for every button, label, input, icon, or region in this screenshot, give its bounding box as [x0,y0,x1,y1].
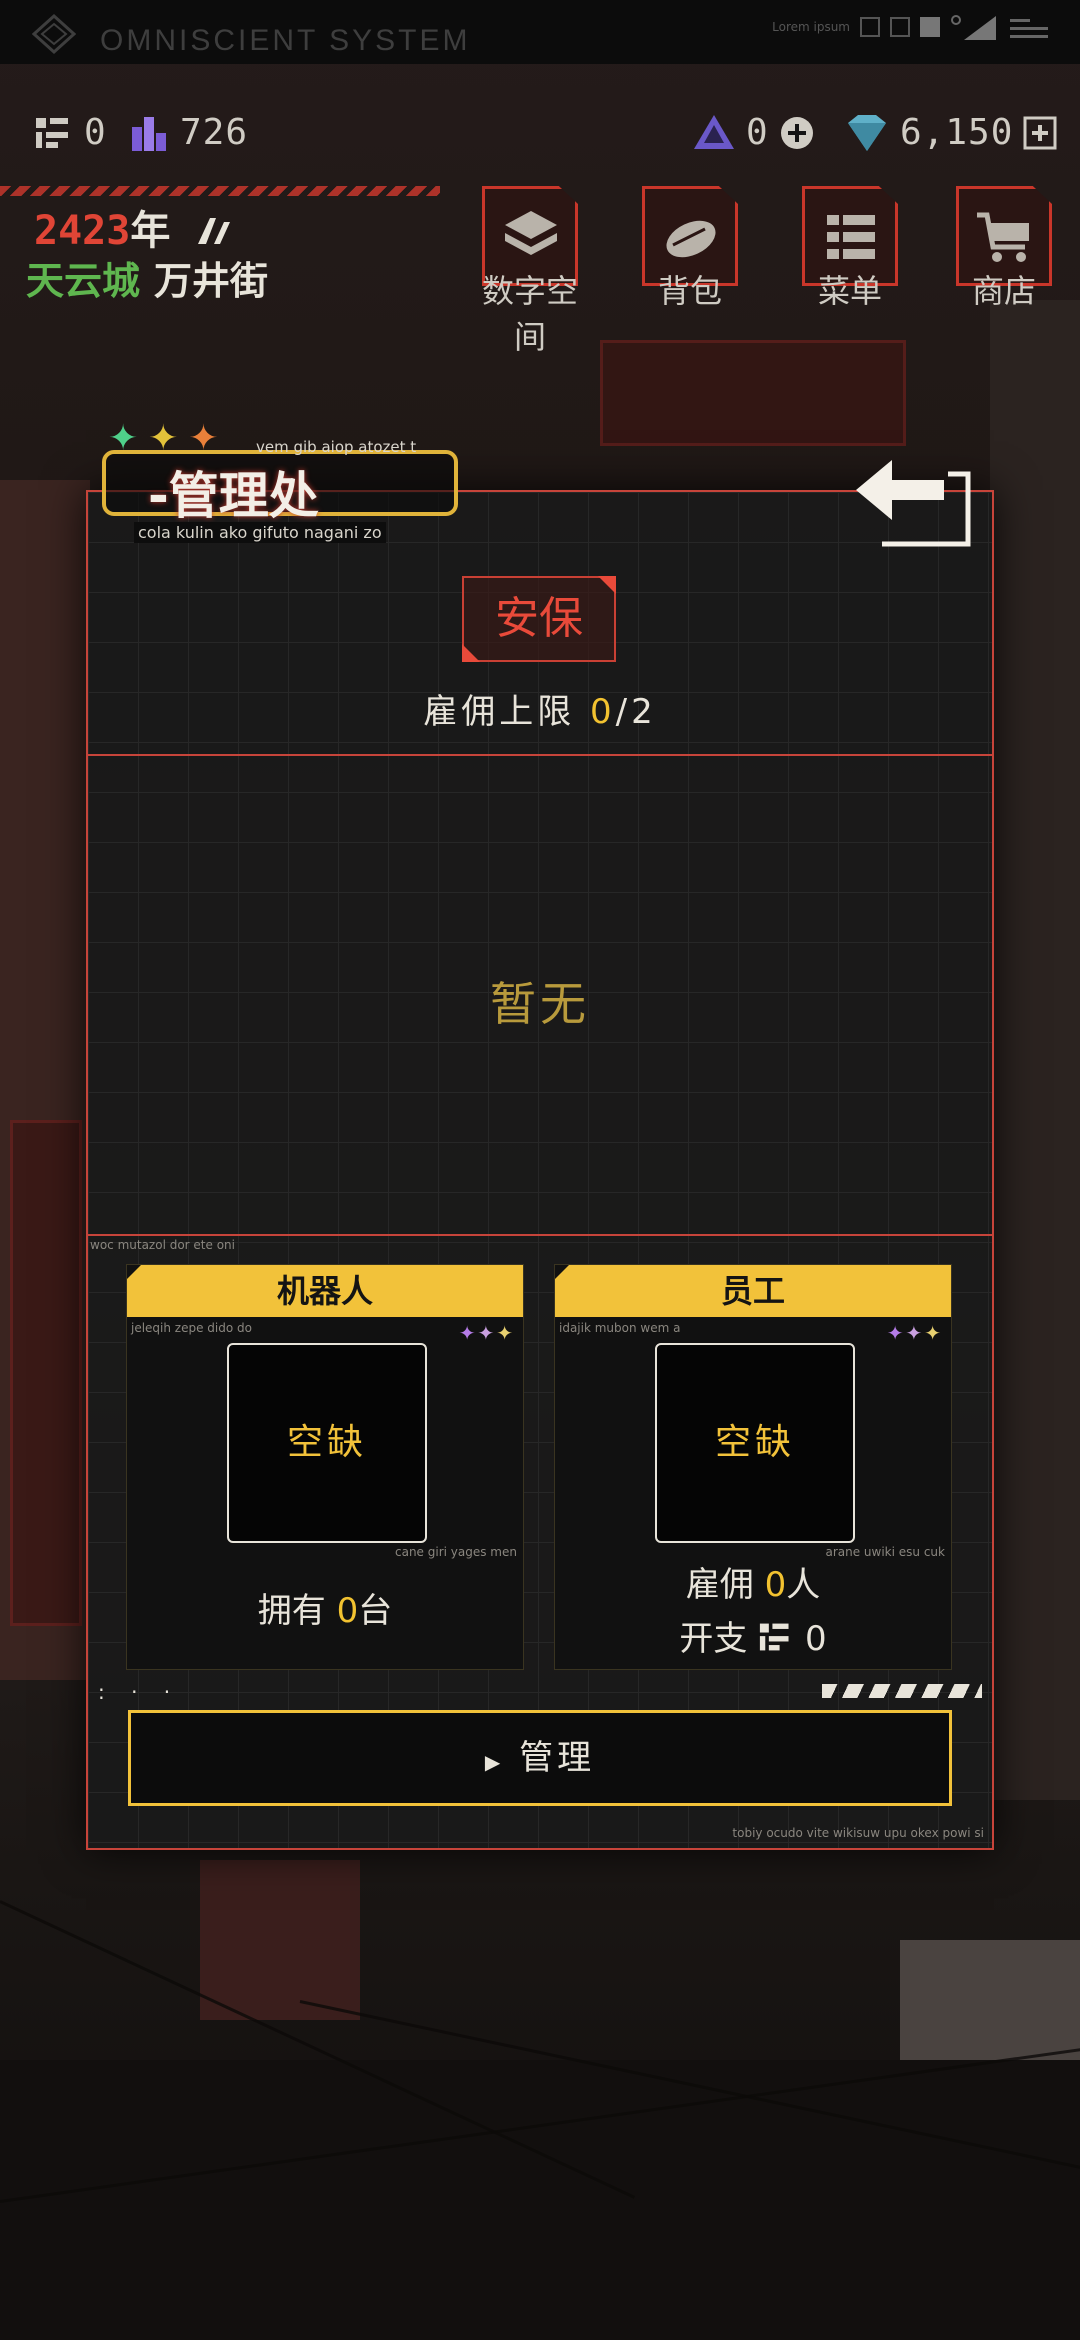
hud-stripe [0,186,440,196]
owned-count: 0 [336,1591,359,1631]
nav-digital-space-button[interactable]: 数字空间 [470,186,590,358]
year-value: 2423 [34,208,131,254]
system-bar: OMNISCIENT SYSTEM Lorem ipsum [0,0,1080,64]
nav-bag-button[interactable]: 背包 [630,186,750,312]
diamond-value: 6,150 [900,112,1014,153]
add-crystal-icon[interactable] [779,115,815,151]
nav-label: 商店 [971,272,1036,310]
title-subtext-bottom: cola kulin ako gifuto nagani zo [134,522,386,543]
hired-count: 0 [764,1565,787,1605]
system-controls: Lorem ipsum [772,12,1050,42]
staff-card[interactable]: 员工 idajik mubon wem a ✦✦✦ 空缺 arane uwiki… [554,1264,952,1670]
hire-limit: 雇佣上限 0/2 [0,684,1080,733]
resource-crystal: 0 [692,112,815,153]
manage-button-label: 管理 [519,1738,596,1778]
card-stars: ✦✦✦ [887,1321,943,1345]
crystal-icon [694,114,734,149]
window-cross-icon [890,17,910,37]
star-icon: ✦ [924,1321,943,1345]
resource-energy: 726 [130,112,248,153]
hamburger-icon[interactable] [1010,15,1050,39]
nav-menu-button[interactable]: 菜单 [790,186,910,312]
crystal-value: 0 [746,112,769,153]
resource-chips: 0 [34,112,107,153]
cost-label: 开支 [679,1619,748,1659]
tag-corner-icon [462,644,480,662]
robot-card-title: 机器人 [127,1265,523,1317]
hire-limit-label: 雇佣上限 [423,692,576,732]
manage-button[interactable]: ▶ 管理 [128,1710,952,1806]
robot-owned: 拥有 0台 [127,1583,523,1632]
resource-diamond: 6,150 [844,112,1057,153]
star-icon: ✦ [458,1321,478,1345]
energy-value: 726 [180,112,249,153]
security-tag[interactable]: 安保 [462,576,616,662]
decor-stripes [822,1684,982,1698]
star-icon: ✦ [905,1321,925,1345]
window-fill-icon [920,17,940,37]
title-subtext-top: vem gib aiop atozet t [256,438,417,456]
card-flavor-text: cane giri yages men [395,1545,517,1559]
hire-limit-current: 0 [590,692,616,732]
robot-slot[interactable]: 空缺 [227,1343,427,1543]
system-logo-icon [32,14,76,54]
hired-unit: 人 [786,1565,821,1605]
cart-icon [977,212,1029,262]
chip-icon [760,1623,789,1651]
time-cycle-icon[interactable] [194,214,234,248]
play-arrow-icon: ▶ [484,1750,505,1774]
year-suffix: 年 [130,208,171,254]
section-divider [86,1234,994,1236]
signal-icon [951,15,996,40]
location: 天云城 万井街 [26,250,268,305]
chips-value: 0 [84,112,107,153]
cost-value: 0 [804,1619,827,1659]
game-year: 2423年 [34,198,234,256]
robot-card[interactable]: 机器人 jeleqih zepe dido do ✦✦✦ 空缺 cane gir… [126,1264,524,1670]
nav-label: 数字空间 [481,272,578,356]
diamond-icon [848,114,886,151]
card-flavor-text: idajik mubon wem a [559,1321,681,1335]
system-small-text: Lorem ipsum [772,20,850,34]
nav-shop-button[interactable]: 商店 [944,186,1064,312]
hired-label: 雇佣 [685,1565,754,1605]
panel-title: -管理处 [148,467,319,525]
system-title: OMNISCIENT SYSTEM [100,24,471,57]
star-icon: ✦ [496,1321,515,1345]
owned-label: 拥有 [257,1591,326,1631]
city-name: 天云城 [26,259,141,303]
bag-icon [666,220,716,258]
nav-label: 菜单 [817,272,882,310]
energy-bar-icon [132,116,166,151]
star-icon: ✦ [477,1321,497,1345]
card-stars: ✦✦✦ [459,1321,515,1345]
staff-card-title: 员工 [555,1265,951,1317]
staff-hired: 雇佣 0人 [555,1557,951,1606]
owned-unit: 台 [358,1591,393,1631]
footer-flavor-text: tobiy ocudo vite wikisuw upu okex powi s… [732,1826,984,1840]
nav-label: 背包 [657,272,722,310]
star-icon: ✦ [886,1321,906,1345]
section-flavor-text: woc mutazol dor ete oni [90,1238,235,1252]
add-diamond-icon[interactable] [1023,116,1057,150]
staff-cost: 开支 0 [555,1611,951,1660]
tag-corner-icon [598,576,616,594]
empty-placeholder: 暂无 [490,977,590,1031]
staff-slot[interactable]: 空缺 [655,1343,855,1543]
window-square-icon [860,17,880,37]
street-name: 万井街 [154,259,269,303]
hire-limit-max: /2 [615,692,657,732]
back-arrow-icon[interactable] [852,450,972,550]
cube-icon [505,211,557,255]
chip-icon [36,117,68,148]
card-flavor-text: jeleqih zepe dido do [131,1321,252,1335]
menu-icon [827,215,875,259]
decor-dots: : · · [98,1680,181,1704]
